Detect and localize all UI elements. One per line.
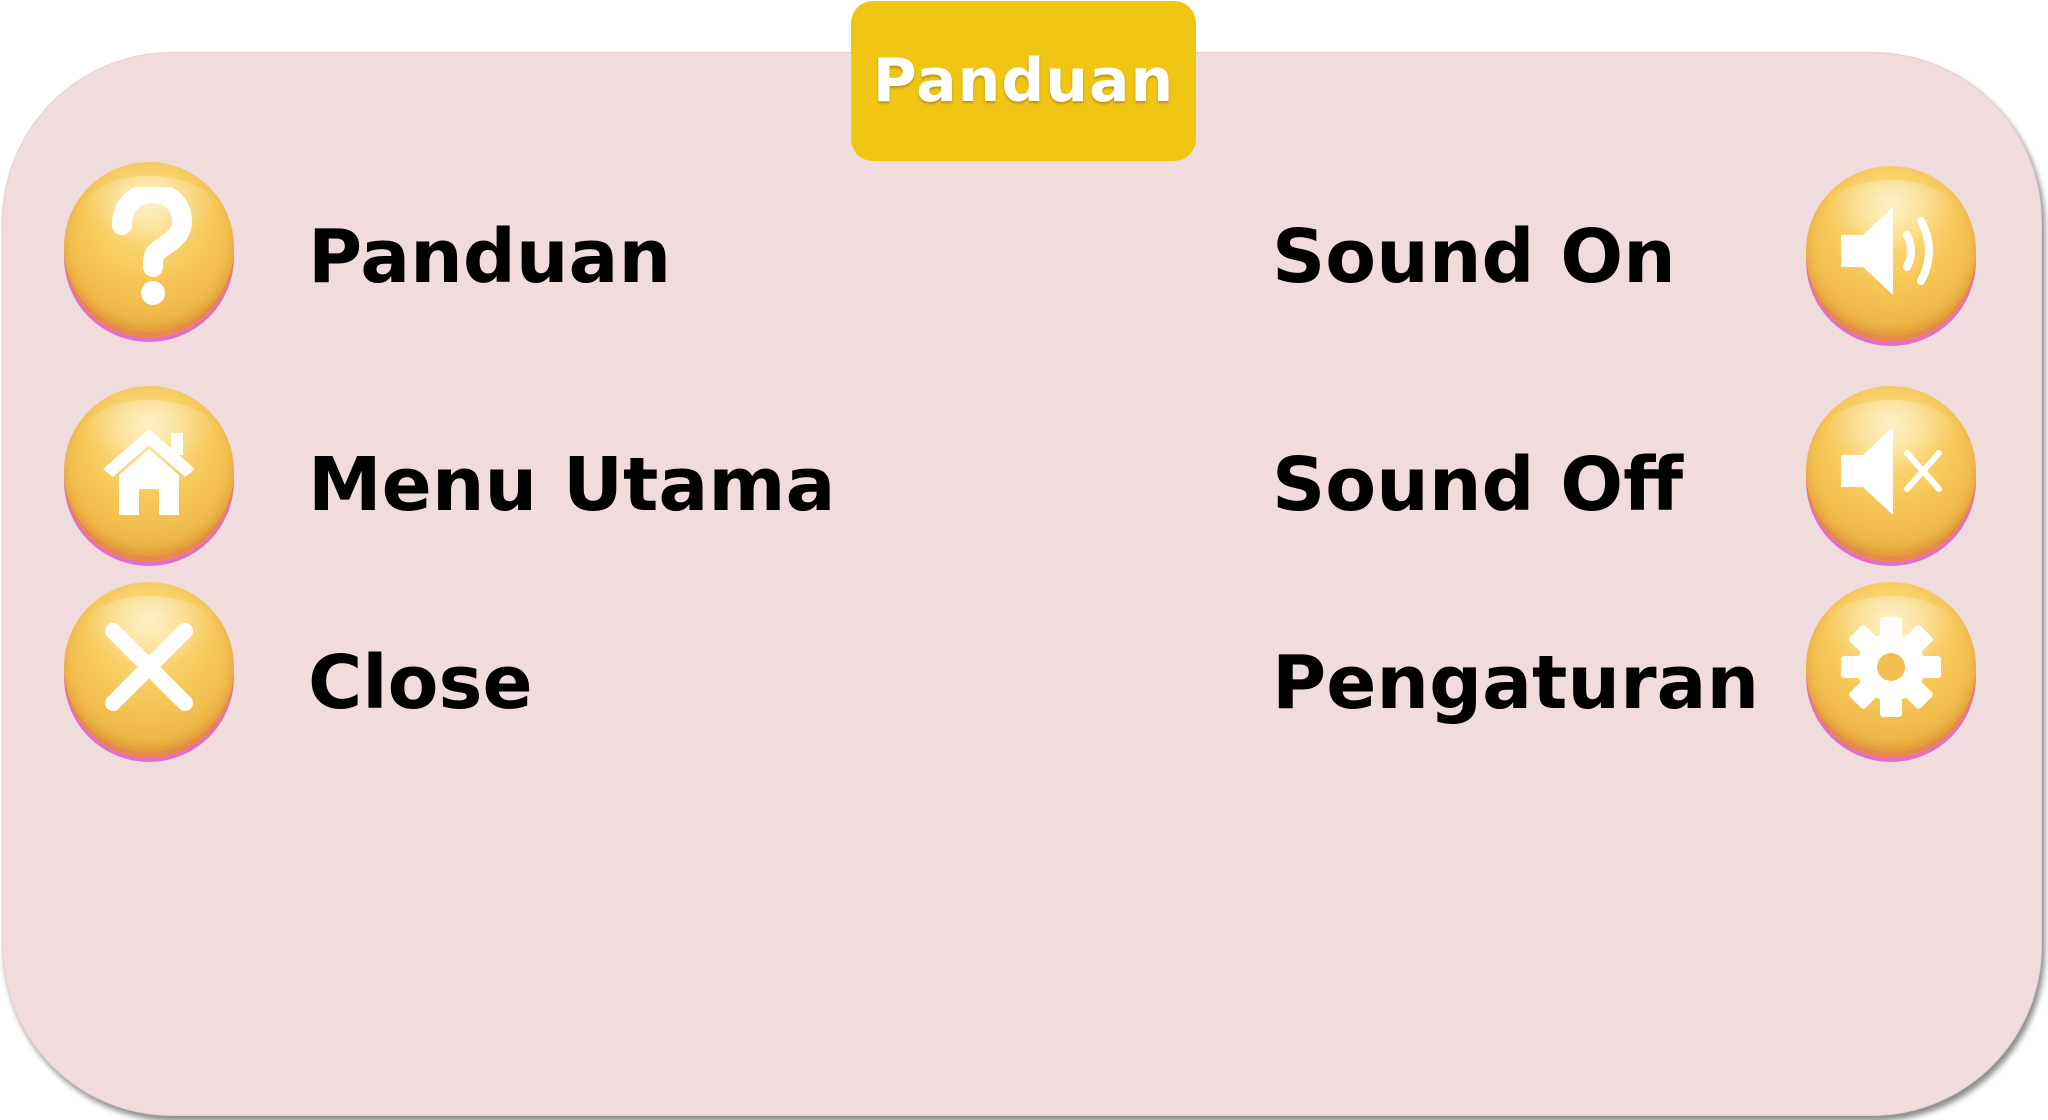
close-button[interactable]: [64, 582, 234, 752]
sound-off-label: Sound Off: [1272, 442, 1684, 528]
close-label: Close: [308, 640, 533, 726]
page-title-text: Panduan: [872, 46, 1175, 116]
settings-button[interactable]: [1806, 582, 1976, 752]
home-button[interactable]: [64, 386, 234, 556]
sound-on-label: Sound On: [1272, 214, 1676, 300]
home-icon: [103, 429, 195, 515]
close-icon: [105, 623, 193, 711]
speaker-on-icon: [1841, 207, 1933, 295]
guide-panel: [2, 52, 2042, 1116]
question-icon: [112, 187, 193, 305]
page-title: Panduan: [851, 1, 1196, 161]
help-button[interactable]: [64, 162, 234, 332]
sound-on-button[interactable]: [1806, 166, 1976, 336]
sound-off-button[interactable]: [1806, 386, 1976, 556]
home-label: Menu Utama: [308, 442, 836, 528]
settings-label: Pengaturan: [1272, 640, 1760, 726]
help-label: Panduan: [308, 214, 672, 300]
gear-icon: [1841, 617, 1941, 717]
speaker-mute-icon: [1841, 427, 1942, 515]
